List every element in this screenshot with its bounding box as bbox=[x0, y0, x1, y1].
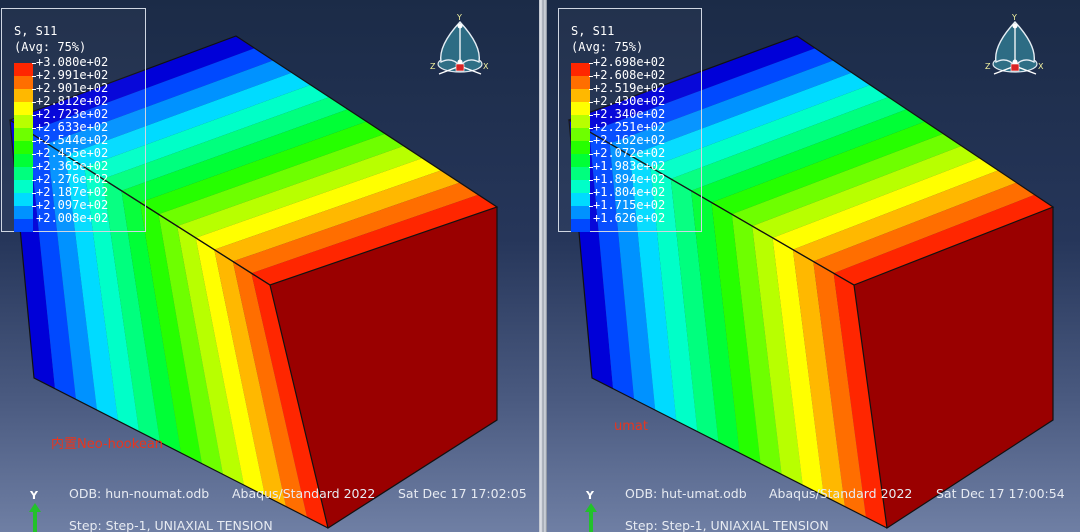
triad-x-label: X bbox=[1038, 62, 1044, 71]
legend-value: +2.008e+02 bbox=[36, 211, 109, 225]
legend-swatch bbox=[571, 89, 590, 102]
footer-date: Sat Dec 17 17:02:05 bbox=[398, 486, 527, 501]
legend-swatch bbox=[14, 76, 33, 89]
model-annotation: umat bbox=[614, 419, 648, 434]
legend-swatch bbox=[14, 102, 33, 115]
legend-swatch bbox=[14, 206, 33, 219]
legend-swatch bbox=[14, 219, 33, 232]
legend-swatch bbox=[571, 180, 590, 193]
legend-swatch bbox=[571, 154, 590, 167]
legend-color-bar bbox=[571, 63, 590, 232]
global-axis-y-label: Y bbox=[586, 489, 594, 502]
legend-swatch bbox=[14, 89, 33, 102]
view-triad-icon[interactable]: Y Z X bbox=[425, 14, 495, 84]
legend-swatch bbox=[571, 115, 590, 128]
triad-y-label: Y bbox=[456, 14, 462, 22]
footer-solver: Abaqus/Standard 2022 bbox=[232, 486, 376, 501]
viewport-divider[interactable] bbox=[539, 0, 547, 532]
legend-swatch bbox=[14, 193, 33, 206]
legend-swatch bbox=[571, 193, 590, 206]
legend-swatch bbox=[571, 141, 590, 154]
legend-swatch bbox=[571, 63, 590, 76]
legend-subtitle: (Avg: 75%) bbox=[571, 40, 644, 54]
footer-odb: ODB: hut-umat.odb bbox=[625, 486, 747, 501]
triad-x-label: X bbox=[483, 62, 489, 71]
contour-legend: S, S11 (Avg: 75%) +2.698e+02 +2.608e+02 … bbox=[558, 8, 702, 232]
footer-odb: ODB: hun-noumat.odb bbox=[69, 486, 210, 501]
footer-solver: Abaqus/Standard 2022 bbox=[769, 486, 913, 501]
legend-title: S, S11 bbox=[14, 24, 58, 38]
footer-step: Step: Step-1, UNIAXIAL TENSION bbox=[69, 518, 273, 532]
viewport-left[interactable]: S, S11 (Avg: 75%) +3.080e+02 +2.991e+02 … bbox=[0, 0, 539, 532]
legend-swatch bbox=[14, 128, 33, 141]
legend-swatch bbox=[14, 180, 33, 193]
legend-title: S, S11 bbox=[571, 24, 615, 38]
legend-swatch bbox=[571, 206, 590, 219]
legend-swatch bbox=[571, 76, 590, 89]
legend-value: +1.626e+02 bbox=[593, 211, 666, 225]
legend-color-bar bbox=[14, 63, 33, 232]
triad-z-label: Z bbox=[430, 62, 436, 71]
legend-swatch bbox=[14, 154, 33, 167]
footer-date: Sat Dec 17 17:00:54 bbox=[936, 486, 1065, 501]
global-axis-arrow-icon bbox=[585, 503, 597, 532]
legend-values: +3.080e+02 +2.991e+02 +2.901e+02 +2.812e… bbox=[36, 56, 108, 225]
footer-step: Step: Step-1, UNIAXIAL TENSION bbox=[625, 518, 829, 532]
legend-swatch bbox=[571, 167, 590, 180]
triad-y-label: Y bbox=[1011, 14, 1017, 22]
triad-z-label: Z bbox=[985, 62, 991, 71]
contour-legend: S, S11 (Avg: 75%) +3.080e+02 +2.991e+02 … bbox=[1, 8, 146, 232]
legend-swatch bbox=[571, 102, 590, 115]
global-axis-y-label: Y bbox=[30, 489, 38, 502]
legend-subtitle: (Avg: 75%) bbox=[14, 40, 87, 54]
view-triad-icon[interactable]: Y Z X bbox=[980, 14, 1050, 84]
model-annotation: 内置Neo-hookean bbox=[51, 437, 164, 452]
legend-swatch bbox=[14, 63, 33, 76]
viewport-right[interactable]: S, S11 (Avg: 75%) +2.698e+02 +2.608e+02 … bbox=[547, 0, 1080, 532]
legend-swatch bbox=[571, 219, 590, 232]
legend-swatch bbox=[14, 141, 33, 154]
legend-swatch bbox=[14, 115, 33, 128]
legend-swatch bbox=[14, 167, 33, 180]
legend-values: +2.698e+02 +2.608e+02 +2.519e+02 +2.430e… bbox=[593, 56, 665, 225]
legend-swatch bbox=[571, 128, 590, 141]
global-axis-arrow-icon bbox=[29, 503, 41, 532]
